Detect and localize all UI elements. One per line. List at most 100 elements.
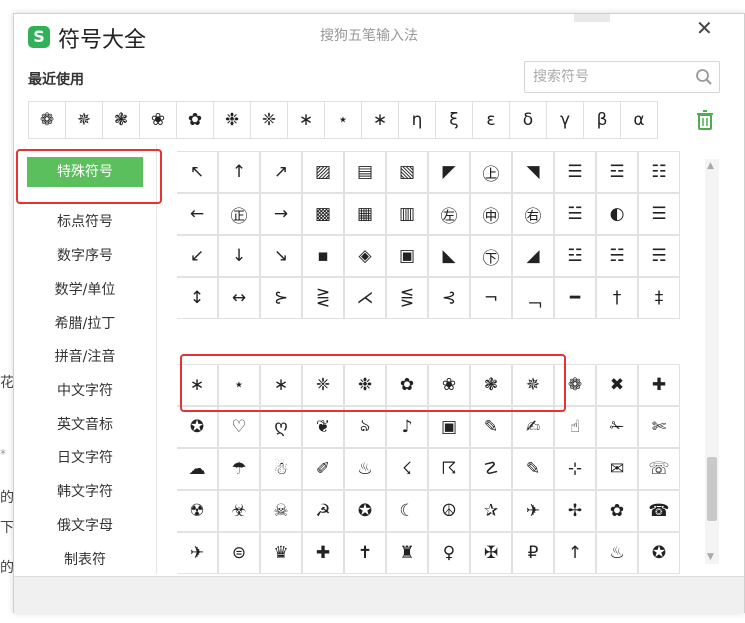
symbol-cell[interactable]: ♪ (386, 406, 428, 448)
symbol-cell[interactable]: ✠ (470, 532, 512, 574)
symbol-cell[interactable]: ღ (260, 406, 302, 448)
symbol-cell[interactable]: ✪ (344, 490, 386, 532)
search-icon[interactable] (695, 68, 713, 86)
symbol-cell[interactable]: ﹁ (512, 277, 554, 319)
symbol-cell[interactable]: ↑ (554, 532, 596, 574)
sidebar-item-chinese-chars[interactable]: 中文字符 (14, 376, 156, 406)
symbol-cell[interactable]: ☈ (428, 448, 470, 490)
symbol-cell[interactable]: ☰ (638, 193, 680, 235)
symbol-cell[interactable]: ✿ (596, 490, 638, 532)
sidebar-item-number-sequence[interactable]: 数字序号 (14, 241, 156, 271)
symbol-cell[interactable]: ✈ (512, 490, 554, 532)
sidebar-item-greek-latin[interactable]: 希腊/拉丁 (14, 309, 156, 339)
symbol-cell[interactable]: ☏ (638, 448, 680, 490)
symbol-cell[interactable]: ▣ (428, 406, 470, 448)
symbol-cell[interactable]: ☎ (638, 490, 680, 532)
recent-symbol-cell[interactable]: ❁ (28, 101, 66, 139)
symbol-cell[interactable]: ☰ (554, 151, 596, 193)
symbol-cell[interactable]: ㊦ (470, 235, 512, 277)
symbol-cell[interactable]: ◈ (344, 235, 386, 277)
sidebar-item-box-drawing[interactable]: 制表符 (14, 545, 156, 575)
symbol-cell[interactable]: ✰ (470, 490, 512, 532)
symbol-cell[interactable]: ☃ (260, 448, 302, 490)
symbol-cell[interactable]: ☂ (218, 448, 260, 490)
symbol-cell[interactable]: ☡ (470, 448, 512, 490)
symbol-cell[interactable]: ↔ (218, 277, 260, 319)
symbol-cell[interactable]: ☭ (302, 490, 344, 532)
symbol-cell[interactable]: † (596, 277, 638, 319)
symbol-cell[interactable]: ▩ (302, 193, 344, 235)
symbol-cell[interactable]: ☮ (428, 490, 470, 532)
symbol-cell[interactable]: ✚ (302, 532, 344, 574)
symbol-cell[interactable]: ✝ (344, 532, 386, 574)
title-bar[interactable]: S 符号大全 搜狗五笔输入法 ✕ (14, 14, 744, 60)
symbol-cell[interactable]: ✪ (177, 406, 218, 448)
scroll-down-icon[interactable]: ▼ (707, 552, 714, 562)
symbol-cell[interactable]: ✎ (470, 406, 512, 448)
symbol-cell[interactable]: ㊨ (512, 193, 554, 235)
recent-symbol-cell[interactable]: ✿ (176, 101, 214, 139)
search-box[interactable] (524, 61, 720, 93)
symbol-cell[interactable]: ▤ (344, 151, 386, 193)
recent-symbol-cell[interactable]: ❈ (250, 101, 288, 139)
sidebar-item-punctuation[interactable]: 标点符号 (14, 207, 156, 237)
symbol-cell[interactable]: ▪ (302, 235, 344, 277)
symbol-cell[interactable]: ☱ (554, 193, 596, 235)
symbol-cell[interactable]: ⊱ (260, 277, 302, 319)
symbol-cell[interactable]: ← (177, 193, 218, 235)
scrollbar-thumb[interactable] (707, 457, 717, 521)
recent-symbol-cell[interactable]: η (398, 101, 436, 139)
symbol-cell[interactable]: ✁ (596, 406, 638, 448)
symbol-cell[interactable]: ▦ (344, 193, 386, 235)
symbol-cell[interactable]: ▥ (386, 193, 428, 235)
close-icon[interactable]: ✕ (696, 16, 713, 40)
symbol-cell[interactable]: ◥ (512, 151, 554, 193)
sidebar-item-russian[interactable]: 俄文字母 (14, 511, 156, 541)
symbol-cell[interactable]: ☣ (218, 490, 260, 532)
symbol-cell[interactable]: ✪ (638, 532, 680, 574)
recent-symbol-cell[interactable]: ∗ (287, 101, 325, 139)
symbol-cell[interactable]: ☝ (554, 406, 596, 448)
symbol-cell[interactable]: ✈ (177, 532, 218, 574)
symbol-cell[interactable]: ☲ (596, 151, 638, 193)
recent-symbol-cell[interactable]: ε (472, 101, 510, 139)
symbol-cell[interactable]: ✍ (512, 406, 554, 448)
symbol-cell[interactable]: ☳ (554, 235, 596, 277)
symbol-cell[interactable]: ✄ (638, 406, 680, 448)
symbol-cell[interactable]: ↕ (177, 277, 218, 319)
symbol-cell[interactable]: ㊣ (218, 193, 260, 235)
symbol-cell[interactable]: ◐ (596, 193, 638, 235)
recent-symbol-cell[interactable]: ❃ (102, 101, 140, 139)
symbol-cell[interactable]: ♀ (428, 532, 470, 574)
symbol-cell[interactable]: ⋌ (344, 277, 386, 319)
symbol-cell[interactable]: ㊧ (428, 193, 470, 235)
recent-symbol-cell[interactable]: γ (546, 101, 584, 139)
symbol-cell[interactable]: ◤ (428, 151, 470, 193)
symbol-cell[interactable]: ㊤ (470, 151, 512, 193)
symbol-cell[interactable]: ♛ (260, 532, 302, 574)
sidebar-item-japanese[interactable]: 日文字符 (14, 443, 156, 473)
symbol-cell[interactable]: ✎ (512, 448, 554, 490)
symbol-cell[interactable]: ♨ (596, 532, 638, 574)
symbol-cell[interactable]: ¬ (470, 277, 512, 319)
sidebar-item-math-units[interactable]: 数学/单位 (14, 275, 156, 305)
scroll-up-icon[interactable]: ▲ (707, 161, 714, 171)
symbol-cell[interactable]: ↙ (177, 235, 218, 277)
symbol-cell[interactable]: ‡ (638, 277, 680, 319)
symbol-cell[interactable]: ✐ (302, 448, 344, 490)
symbol-cell[interactable]: ↗ (260, 151, 302, 193)
symbol-cell[interactable]: ☾ (386, 490, 428, 532)
symbol-cell[interactable]: ⊜ (218, 532, 260, 574)
symbol-cell[interactable]: → (260, 193, 302, 235)
symbol-cell[interactable]: ㊥ (470, 193, 512, 235)
symbol-cell[interactable]: ☷ (638, 151, 680, 193)
symbol-cell[interactable]: ↑ (218, 151, 260, 193)
symbol-cell[interactable]: ❦ (302, 406, 344, 448)
symbol-cell[interactable]: ☢ (177, 490, 218, 532)
symbol-cell[interactable]: ঌ (344, 406, 386, 448)
symbol-cell[interactable]: ▧ (386, 151, 428, 193)
symbol-cell[interactable]: ☠ (260, 490, 302, 532)
symbol-cell[interactable]: ♜ (386, 532, 428, 574)
symbol-cell[interactable]: ♡ (218, 406, 260, 448)
symbol-cell[interactable]: ☵ (596, 235, 638, 277)
